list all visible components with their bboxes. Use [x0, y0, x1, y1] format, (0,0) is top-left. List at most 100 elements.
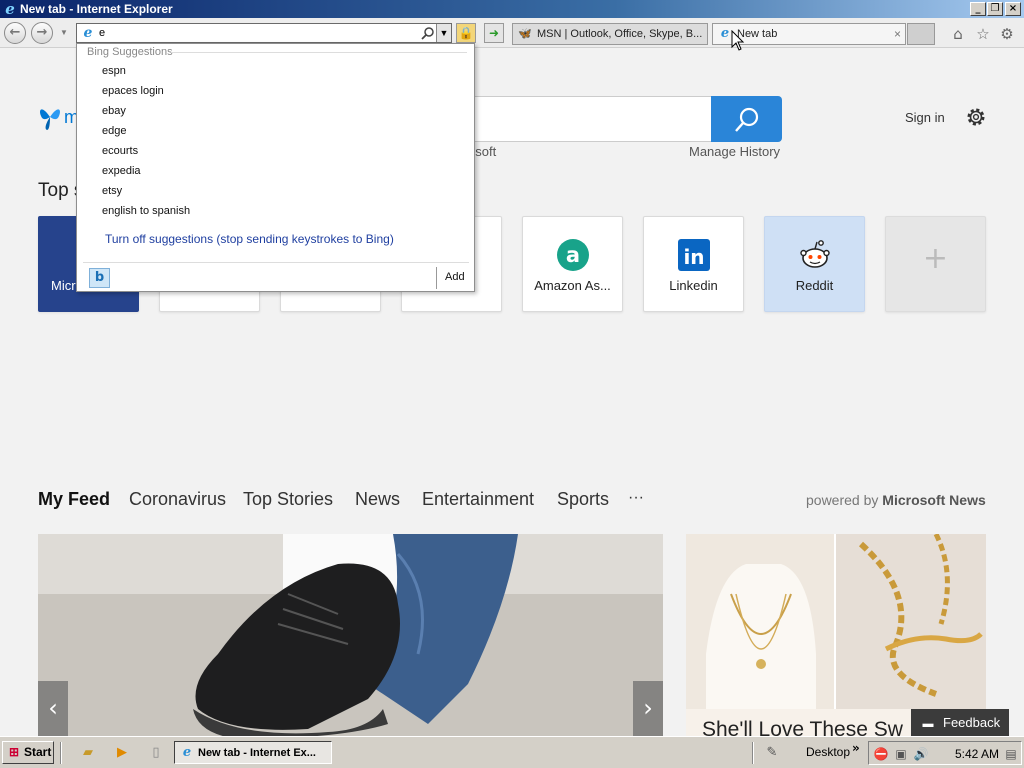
go-button[interactable]: ➜ [484, 23, 504, 43]
minimize-button[interactable]: _ [970, 2, 986, 16]
carousel-next-button[interactable]: › [633, 681, 663, 736]
security-lock-button[interactable]: 🔒 [456, 23, 476, 43]
forward-arrow-icon: → [36, 25, 48, 40]
close-button[interactable]: × [1005, 2, 1021, 16]
restore-button[interactable]: ❐ [987, 2, 1003, 16]
taskbar-separator [752, 742, 754, 764]
sign-in-link[interactable]: Sign in [905, 110, 945, 125]
suggestion-item[interactable]: ecourts [102, 145, 138, 157]
feed-tab-my-feed[interactable]: My Feed [38, 489, 110, 510]
footer-divider [83, 262, 469, 263]
back-arrow-icon: ← [9, 25, 21, 40]
top-site-linkedin[interactable]: in Linkedin [643, 216, 744, 312]
desktop-toolbar-icon[interactable]: ✎ [764, 745, 780, 761]
suggestion-item[interactable]: etsy [102, 185, 122, 197]
msn-favicon-icon: 🦋 [518, 28, 532, 40]
manage-history-link[interactable]: Manage History [689, 144, 780, 159]
web-search-button[interactable] [711, 96, 782, 142]
hero-image [38, 534, 663, 736]
go-arrow-icon: ➜ [488, 26, 500, 40]
media-player-quicklaunch-icon[interactable]: ▶ [114, 745, 130, 761]
document-quicklaunch-icon[interactable]: ▯ [148, 745, 164, 761]
forward-button[interactable]: → [31, 22, 53, 44]
suggestion-item[interactable]: espn [102, 65, 126, 77]
suggestion-item[interactable]: ebay [102, 105, 126, 117]
security-alert-icon[interactable]: ⛔ [873, 746, 889, 762]
task-label: New tab - Internet Ex... [198, 747, 316, 759]
story-caption: She'll Love These Sw [702, 718, 903, 736]
clock: 5:42 AM [955, 747, 1000, 761]
feed-tab-entertainment[interactable]: Entertainment [422, 489, 534, 510]
svg-text:in: in [683, 245, 704, 269]
turn-off-suggestions-link[interactable]: Turn off suggestions (stop sending keyst… [105, 232, 394, 246]
plus-icon: + [922, 241, 949, 276]
windows-flag-icon: ⊞ [8, 745, 20, 759]
taskbar: ⊞ Start ▰ ▶ ▯ e New tab - Internet Ex... ✎… [0, 736, 1024, 768]
show-desktop-icon[interactable]: ▤ [1003, 746, 1019, 762]
start-button[interactable]: ⊞ Start [2, 741, 54, 764]
chevron-down-icon: ▼ [439, 28, 449, 38]
web-search-box[interactable] [470, 96, 712, 142]
hero-story-card[interactable]: ‹ › [38, 534, 663, 736]
powered-brand: Microsoft News [882, 492, 986, 508]
desktop-toolbar-label[interactable]: Desktop [806, 745, 850, 759]
feedback-label: Feedback [943, 715, 1001, 730]
top-site-label: Amazon As... [534, 278, 611, 293]
start-label: Start [24, 745, 52, 759]
top-site-label: Reddit [795, 278, 834, 293]
feedback-button[interactable]: ▬ Feedback [911, 709, 1009, 736]
explorer-quicklaunch-icon[interactable]: ▰ [80, 745, 96, 761]
tab-msn-label: MSN | Outlook, Office, Skype, B... [537, 28, 703, 40]
msn-butterfly-icon[interactable] [38, 103, 62, 131]
top-site-amazon-assistant[interactable]: a Amazon As... [522, 216, 623, 312]
chevron-right-icon: › [643, 694, 653, 722]
suggestion-item[interactable]: english to spanish [102, 205, 190, 217]
search-icon [735, 107, 759, 132]
suggestions-header: Bing Suggestions [87, 46, 173, 58]
add-search-provider-button[interactable]: Add [445, 271, 465, 283]
new-tab-button[interactable] [907, 23, 935, 45]
title-bar: e New tab - Internet Explorer _ ❐ × [0, 0, 1024, 18]
tools-gear-icon[interactable]: ⚙ [998, 25, 1016, 43]
address-input[interactable] [99, 26, 419, 40]
tab-msn[interactable]: 🦋 MSN | Outlook, Office, Skype, B... [512, 23, 708, 45]
feed-tab-coronavirus[interactable]: Coronavirus [129, 489, 226, 510]
amazon-assistant-icon: a [557, 239, 589, 271]
window-title: New tab - Internet Explorer [20, 2, 173, 16]
system-tray: ⛔ ▣ 🔊 5:42 AM ▤ [868, 741, 1022, 765]
top-site-reddit[interactable]: Reddit [764, 216, 865, 312]
settings-gear-icon[interactable] [964, 105, 988, 129]
lock-icon: 🔒 [458, 26, 474, 40]
history-dropdown-icon[interactable]: ▼ [60, 28, 68, 37]
mouse-cursor-icon [731, 30, 745, 51]
chevron-left-icon: ‹ [48, 694, 58, 722]
ie-task-icon: e [182, 745, 192, 760]
feed-tab-sports[interactable]: Sports [557, 489, 609, 510]
feed-more-tabs[interactable]: ··· [628, 489, 644, 507]
suggestion-item[interactable]: edge [102, 125, 126, 137]
address-bar[interactable]: e ▼ [76, 23, 452, 43]
toolbar-chevron-icon[interactable]: » [852, 741, 860, 755]
taskbar-internet-explorer-button[interactable]: e New tab - Internet Ex... [174, 741, 332, 764]
address-dropdown-button[interactable]: ▼ [436, 24, 451, 42]
carousel-previous-button[interactable]: ‹ [38, 681, 68, 736]
network-icon[interactable]: ▣ [893, 746, 909, 762]
page-ie-icon: e [83, 25, 93, 41]
suggestion-item[interactable]: epaces login [102, 85, 164, 97]
search-icon[interactable] [421, 26, 435, 40]
back-button[interactable]: ← [4, 22, 26, 44]
suggestion-item[interactable]: expedia [102, 165, 141, 177]
feed-tab-top-stories[interactable]: Top Stories [243, 489, 333, 510]
home-icon[interactable]: ⌂ [949, 25, 967, 43]
top-site-label: Linkedin [669, 278, 718, 293]
add-top-site-button[interactable]: + [885, 216, 986, 312]
header-divider [171, 52, 467, 53]
bing-provider-icon[interactable]: b [89, 268, 110, 288]
favorites-star-icon[interactable]: ☆ [974, 25, 992, 43]
volume-icon[interactable]: 🔊 [913, 746, 929, 762]
close-tab-icon[interactable]: × [894, 24, 901, 44]
story-card[interactable]: She'll Love These Sw [686, 534, 986, 736]
feed-tab-news[interactable]: News [355, 489, 400, 510]
search-suggestions-dropdown: Bing Suggestions espn epaces login ebay … [76, 43, 475, 292]
linkedin-icon: in [678, 239, 710, 271]
